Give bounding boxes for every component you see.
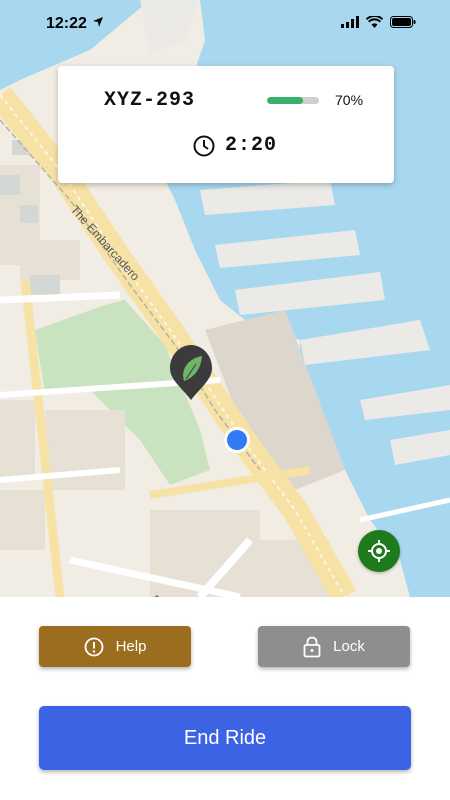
location-arrow-icon bbox=[93, 17, 103, 27]
end-ride-button[interactable]: End Ride bbox=[39, 706, 411, 770]
end-ride-button-label: End Ride bbox=[183, 726, 267, 749]
crosshair-icon bbox=[368, 540, 390, 562]
ride-info-card: XYZ-293 70% 2:20 bbox=[58, 66, 394, 183]
status-time: 12:22 bbox=[46, 15, 87, 32]
lock-button-label: Lock bbox=[333, 638, 365, 655]
vehicle-plate: XYZ-293 bbox=[104, 89, 196, 112]
battery-icon bbox=[390, 16, 416, 28]
cellular-signal-icon bbox=[341, 16, 359, 28]
battery-percentage: 70% bbox=[335, 92, 364, 108]
help-button-label: Help bbox=[115, 638, 147, 655]
lock-button[interactable]: Lock bbox=[258, 626, 410, 667]
user-location-dot bbox=[224, 427, 250, 453]
clock-icon bbox=[193, 135, 215, 156]
wifi-icon bbox=[366, 16, 383, 28]
ride-timer: 2:20 bbox=[193, 134, 277, 157]
exclamation-circle-icon bbox=[84, 637, 103, 656]
elapsed-time: 2:20 bbox=[225, 134, 278, 157]
status-bar: 12:22 bbox=[0, 0, 450, 46]
recenter-button[interactable] bbox=[358, 530, 400, 572]
battery-level-fill bbox=[267, 97, 304, 104]
padlock-icon bbox=[303, 636, 321, 657]
help-button[interactable]: Help bbox=[39, 626, 191, 667]
battery-level-bar bbox=[267, 97, 319, 104]
